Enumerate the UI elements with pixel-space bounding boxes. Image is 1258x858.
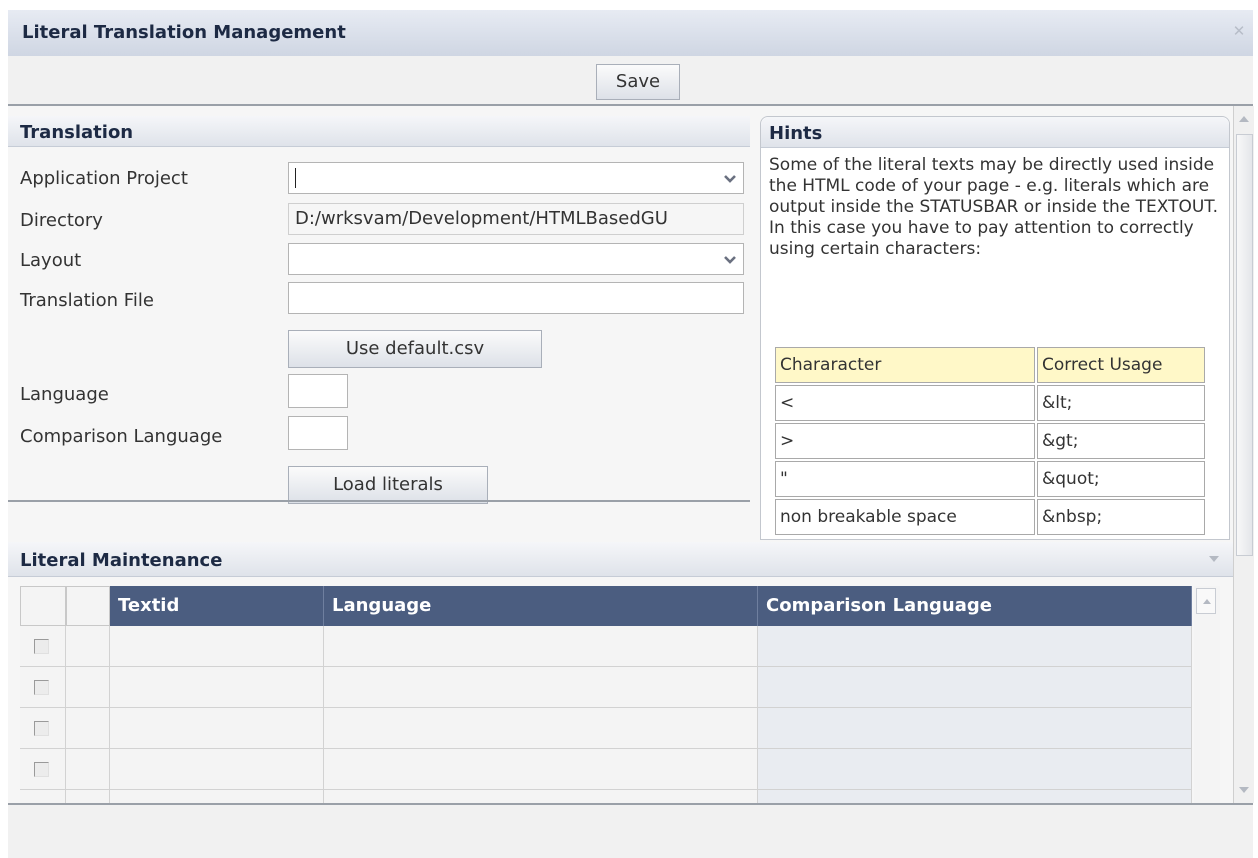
literal-grid: Textid Language Comparison Language — [20, 586, 1192, 803]
language-cell[interactable] — [324, 749, 758, 790]
table-row[interactable] — [20, 749, 1192, 790]
checkbox-icon[interactable] — [34, 721, 49, 736]
language-field[interactable] — [288, 374, 348, 408]
directory-field[interactable]: D:/wrksvam/Development/HTMLBasedGU — [288, 203, 744, 235]
collapse-icon[interactable] — [1209, 556, 1219, 562]
column-header-textid[interactable]: Textid — [110, 586, 324, 626]
translation-file-label: Translation File — [20, 290, 154, 311]
language-cell[interactable] — [324, 708, 758, 749]
save-button[interactable]: Save — [596, 64, 680, 100]
scroll-up-icon[interactable] — [1239, 116, 1249, 122]
row-marker-cell — [66, 667, 110, 708]
hints-table-cell: " — [775, 461, 1035, 497]
grid-scrollbar[interactable] — [1194, 586, 1220, 803]
hints-text: Some of the literal texts may be directl… — [769, 155, 1219, 259]
textid-cell[interactable] — [110, 708, 324, 749]
grid-marker-header — [66, 586, 110, 626]
load-literals-button[interactable]: Load literals — [288, 466, 488, 504]
page-scrollbar[interactable] — [1233, 106, 1254, 803]
hints-table-header-row: Chararacter Correct Usage — [775, 347, 1205, 383]
status-bar — [8, 803, 1253, 858]
application-project-select[interactable] — [288, 162, 744, 194]
literal-maintenance-title: Literal Maintenance — [20, 550, 223, 571]
textid-cell[interactable] — [110, 749, 324, 790]
hints-table-row: " &quot; — [775, 461, 1205, 497]
hints-table-row: non breakable space &nbsp; — [775, 499, 1205, 535]
scrollbar-thumb[interactable] — [1236, 134, 1253, 556]
close-icon[interactable]: ✕ — [1231, 23, 1247, 39]
comparison-cell — [758, 749, 1192, 790]
scroll-up-button[interactable] — [1196, 588, 1216, 614]
translation-file-field[interactable] — [288, 282, 744, 314]
scroll-down-icon[interactable] — [1239, 787, 1249, 793]
hints-table-cell: non breakable space — [775, 499, 1035, 535]
grid-select-header — [20, 586, 66, 626]
comparison-language-label: Comparison Language — [20, 426, 223, 447]
column-header-language[interactable]: Language — [324, 586, 758, 626]
row-marker-cell — [66, 626, 110, 667]
hints-table-cell: &lt; — [1037, 385, 1205, 421]
comparison-language-field[interactable] — [288, 416, 348, 450]
application-project-label: Application Project — [20, 168, 188, 189]
literal-maintenance-header: Literal Maintenance — [8, 542, 1233, 577]
row-marker-cell — [66, 708, 110, 749]
language-label: Language — [20, 384, 109, 405]
window-titlebar: Literal Translation Management ✕ — [8, 10, 1253, 57]
table-row[interactable] — [20, 626, 1192, 667]
row-select-cell[interactable] — [20, 749, 66, 790]
hints-header: Hints — [761, 117, 1229, 148]
row-select-cell[interactable] — [20, 626, 66, 667]
translation-section-header: Translation — [8, 116, 750, 147]
layout-label: Layout — [20, 250, 82, 271]
hints-table-cell: &gt; — [1037, 423, 1205, 459]
checkbox-icon[interactable] — [34, 639, 49, 654]
row-marker-cell — [66, 790, 110, 803]
textid-cell[interactable] — [110, 790, 324, 803]
toolbar: Save — [8, 56, 1253, 106]
table-row[interactable] — [20, 708, 1192, 749]
comparison-cell — [758, 790, 1192, 803]
row-marker-cell — [66, 749, 110, 790]
hints-table-cell: > — [775, 423, 1035, 459]
hints-title: Hints — [769, 123, 823, 144]
checkbox-icon[interactable] — [34, 680, 49, 695]
hints-panel: Hints Some of the literal texts may be d… — [760, 116, 1230, 540]
hints-table: Chararacter Correct Usage < &lt; > &gt; … — [773, 345, 1207, 537]
chevron-down-icon[interactable] — [723, 172, 737, 186]
textid-cell[interactable] — [110, 626, 324, 667]
hints-table-header: Correct Usage — [1037, 347, 1205, 383]
section-divider — [8, 500, 750, 502]
use-default-csv-button[interactable]: Use default.csv — [288, 330, 542, 368]
language-cell[interactable] — [324, 667, 758, 708]
row-select-cell[interactable] — [20, 790, 66, 803]
comparison-cell — [758, 626, 1192, 667]
hints-table-cell: < — [775, 385, 1035, 421]
main-content: Translation Application Project Director… — [8, 106, 1233, 803]
comparison-cell — [758, 667, 1192, 708]
row-select-cell[interactable] — [20, 708, 66, 749]
hints-table-row: > &gt; — [775, 423, 1205, 459]
scroll-up-icon — [1203, 599, 1211, 604]
column-header-comparison-language[interactable]: Comparison Language — [758, 586, 1192, 626]
chevron-down-icon[interactable] — [723, 253, 737, 267]
translation-section-title: Translation — [20, 122, 134, 143]
hints-table-row: < &lt; — [775, 385, 1205, 421]
comparison-cell — [758, 708, 1192, 749]
language-cell[interactable] — [324, 626, 758, 667]
checkbox-icon[interactable] — [34, 762, 49, 777]
hints-table-cell: &nbsp; — [1037, 499, 1205, 535]
directory-label: Directory — [20, 210, 103, 231]
translation-section: Translation Application Project Director… — [8, 116, 750, 504]
layout-select[interactable] — [288, 243, 744, 275]
hints-table-cell: &quot; — [1037, 461, 1205, 497]
row-select-cell[interactable] — [20, 667, 66, 708]
window-title: Literal Translation Management — [22, 22, 346, 43]
hints-table-header: Chararacter — [775, 347, 1035, 383]
table-row[interactable] — [20, 667, 1192, 708]
table-row[interactable] — [20, 790, 1192, 803]
text-cursor — [295, 168, 296, 188]
language-cell[interactable] — [324, 790, 758, 803]
textid-cell[interactable] — [110, 667, 324, 708]
